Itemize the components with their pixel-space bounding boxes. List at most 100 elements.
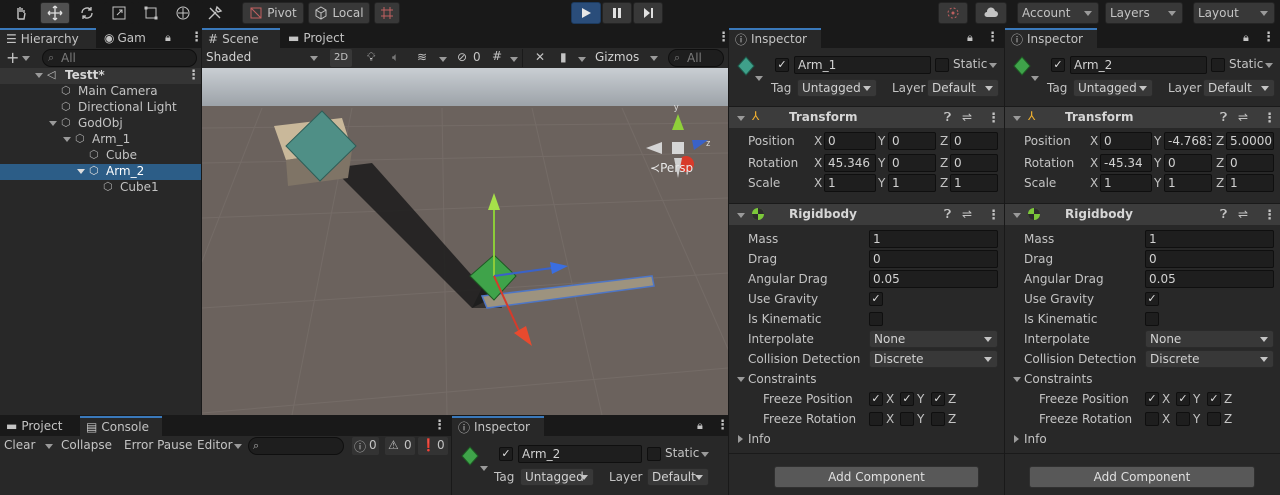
pivot-toggle[interactable]: Pivot	[242, 2, 304, 24]
drag-field[interactable]: 0	[869, 250, 998, 268]
name-field[interactable]: Arm_1	[794, 56, 931, 74]
preset-icon[interactable]: ⇌	[962, 207, 972, 221]
more-options-icon[interactable]: ⋮	[433, 419, 446, 432]
more-options-icon[interactable]: ⋮	[1263, 209, 1276, 222]
more-options-icon[interactable]: ⋮	[1263, 112, 1276, 125]
position-x-field[interactable]: 0	[1100, 132, 1152, 150]
freeze-rotation-x-checkbox[interactable]	[1145, 412, 1159, 426]
layer-dropdown[interactable]: Default	[927, 79, 999, 97]
scale-y-field[interactable]: 1	[1164, 174, 1212, 192]
active-checkbox[interactable]: ✓	[499, 447, 513, 461]
lock-icon[interactable]: 🔒︎	[697, 419, 703, 433]
chevron-down-icon[interactable]	[989, 63, 997, 68]
chevron-down-icon[interactable]	[701, 452, 709, 457]
more-options-icon[interactable]: ⋮	[986, 31, 999, 44]
freeze-position-z-checkbox[interactable]: ✓	[1207, 392, 1221, 406]
foldout-arrow-icon[interactable]	[1013, 116, 1021, 121]
is-kinematic-checkbox[interactable]	[1145, 312, 1159, 326]
axis-z-label[interactable]: Z	[1216, 134, 1224, 148]
grid-toggle-icon[interactable]: #	[492, 49, 502, 63]
transform-header[interactable]: ⅄ Transform ❓︎ ⇌ ⋮	[729, 106, 1004, 128]
mass-field[interactable]: 1	[869, 230, 998, 248]
camera-icon[interactable]: ▮	[560, 50, 567, 64]
chevron-down-icon[interactable]	[1265, 63, 1273, 68]
expand-arrow-icon[interactable]	[63, 137, 71, 142]
account-dropdown[interactable]: Account	[1017, 2, 1099, 24]
preset-icon[interactable]: ⇌	[1238, 207, 1248, 221]
tag-dropdown[interactable]: Untagged	[1073, 79, 1153, 97]
axis-y-label[interactable]: Y	[1154, 176, 1161, 190]
tab-hierarchy[interactable]: ☰ Hierarchy	[0, 28, 96, 48]
axis-x-label[interactable]: X	[1090, 176, 1098, 190]
mass-field[interactable]: 1	[1145, 230, 1274, 248]
grid-snap-icon[interactable]	[374, 2, 400, 24]
tools-icon[interactable]: ✕	[535, 50, 545, 64]
play-button[interactable]	[571, 2, 601, 24]
axis-x-label[interactable]: X	[814, 134, 822, 148]
axis-x-label[interactable]: X	[814, 156, 822, 170]
lock-icon[interactable]: 🔒︎	[1243, 31, 1249, 45]
scene-viewport[interactable]: y z ≺Persp	[202, 68, 728, 415]
freeze-position-z-checkbox[interactable]: ✓	[931, 392, 945, 406]
list-item[interactable]: ⬡ Main Camera	[0, 84, 201, 100]
collision-detection-dropdown[interactable]: Discrete	[869, 350, 998, 368]
foldout-arrow-icon[interactable]	[737, 377, 745, 382]
freeze-rotation-x-checkbox[interactable]	[869, 412, 883, 426]
scale-y-field[interactable]: 1	[888, 174, 936, 192]
rect-tool-icon[interactable]	[136, 2, 166, 24]
more-options-icon[interactable]: ⋮	[716, 419, 729, 432]
static-checkbox[interactable]	[647, 447, 661, 461]
axis-z-label[interactable]: Z	[1216, 176, 1224, 190]
active-checkbox[interactable]: ✓	[775, 58, 789, 72]
rotation-x-field[interactable]: -45.34	[1100, 154, 1152, 172]
use-gravity-checkbox[interactable]: ✓	[869, 292, 883, 306]
light-icon[interactable]: 💡︎	[367, 50, 375, 65]
angular-drag-field[interactable]: 0.05	[1145, 270, 1274, 288]
help-icon[interactable]: ❓︎	[1220, 207, 1227, 222]
warning-count-toggle[interactable]: ⚠ 0	[385, 437, 415, 455]
list-item[interactable]: ⬡ Cube	[0, 148, 201, 164]
more-options-icon[interactable]: ⋮	[1262, 31, 1275, 44]
is-kinematic-checkbox[interactable]	[869, 312, 883, 326]
axis-x-label[interactable]: X	[1090, 156, 1098, 170]
lock-icon[interactable]: 🔒︎	[967, 31, 973, 45]
more-options-icon[interactable]: ⋮	[987, 209, 1000, 222]
scale-tool-icon[interactable]	[104, 2, 134, 24]
tag-dropdown[interactable]: Untagged	[797, 79, 877, 97]
list-item[interactable]: ⬡ GodObj	[0, 116, 201, 132]
chevron-down-icon[interactable]	[510, 57, 518, 62]
more-options-icon[interactable]: ⋮	[987, 112, 1000, 125]
list-item-selected[interactable]: ⬡ Arm_2	[0, 164, 201, 180]
foldout-arrow-icon[interactable]	[737, 213, 745, 218]
transform-header[interactable]: ⅄ Transform ❓︎ ⇌ ⋮	[1005, 106, 1280, 128]
rigidbody-header[interactable]: Rigidbody ❓︎ ⇌ ⋮	[1005, 203, 1280, 225]
rotation-x-field[interactable]: 45.346	[824, 154, 876, 172]
static-checkbox[interactable]	[1211, 58, 1225, 72]
freeze-position-x-checkbox[interactable]: ✓	[1145, 392, 1159, 406]
pause-button[interactable]	[602, 2, 632, 24]
foldout-arrow-icon[interactable]	[738, 435, 743, 443]
scale-x-field[interactable]: 1	[824, 174, 876, 192]
eye-hidden-icon[interactable]: ⊘	[457, 50, 467, 64]
position-z-field[interactable]: 5.0000	[1226, 132, 1274, 150]
help-icon[interactable]: ❓︎	[1220, 110, 1227, 125]
freeze-rotation-z-checkbox[interactable]	[1207, 412, 1221, 426]
info-count-toggle[interactable]: ⓘ 0	[352, 437, 379, 455]
foldout-arrow-icon[interactable]	[1014, 435, 1019, 443]
angular-drag-field[interactable]: 0.05	[869, 270, 998, 288]
position-z-field[interactable]: 0	[950, 132, 998, 150]
move-tool-icon[interactable]	[40, 2, 70, 24]
tab-inspector[interactable]: ⓘ Inspector	[452, 416, 544, 436]
layers-dropdown[interactable]: Layers	[1105, 2, 1183, 24]
axis-y-label[interactable]: Y	[1154, 156, 1161, 170]
freeze-rotation-z-checkbox[interactable]	[931, 412, 945, 426]
interpolate-dropdown[interactable]: None	[1145, 330, 1274, 348]
position-y-field[interactable]: 0	[888, 132, 936, 150]
collapse-button[interactable]: Collapse	[61, 438, 112, 452]
tab-inspector[interactable]: ⓘ Inspector	[729, 28, 821, 48]
help-icon[interactable]: ❓︎	[944, 110, 951, 125]
transform-tool-icon[interactable]	[168, 2, 198, 24]
static-checkbox[interactable]	[935, 58, 949, 72]
chevron-down-icon[interactable]	[22, 56, 30, 61]
axis-y-label[interactable]: Y	[878, 156, 885, 170]
